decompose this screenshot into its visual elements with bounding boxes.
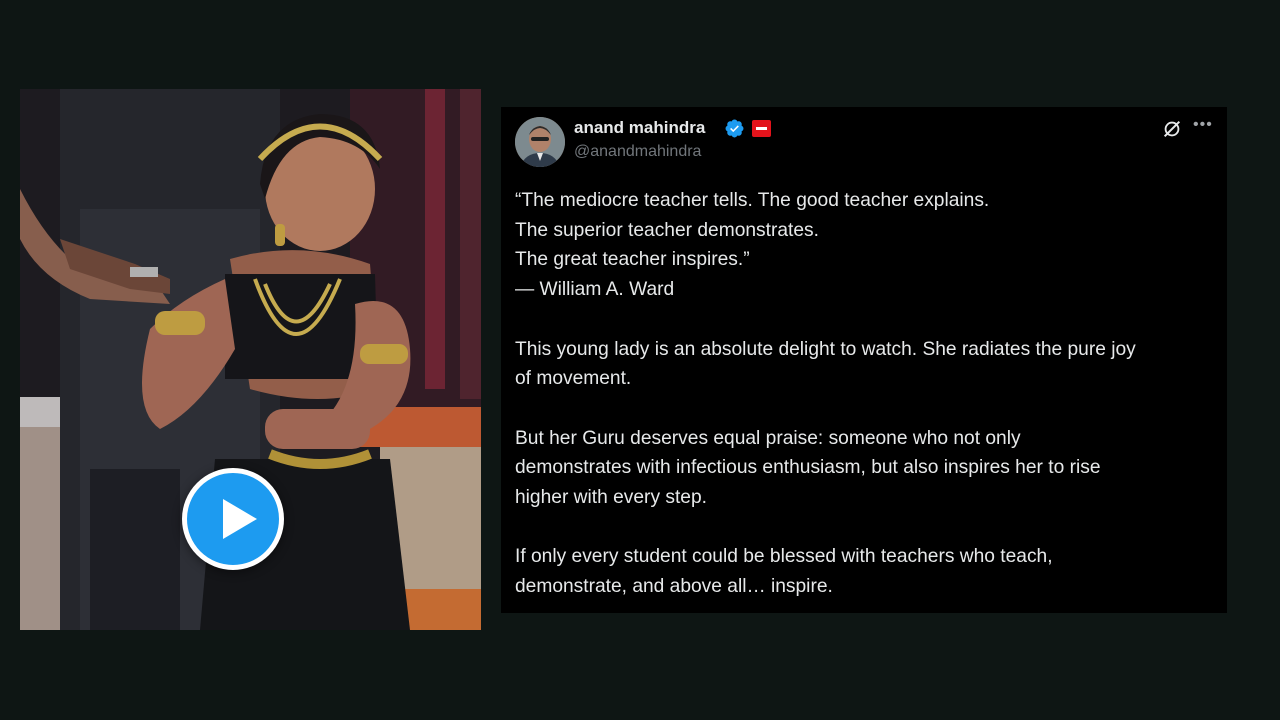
tweet-text: “The mediocre teacher tells. The good te… [515, 186, 1215, 631]
tweet-paragraph: But her Guru deserves equal praise: some… [515, 424, 1215, 513]
tweet-line: demonstrates with infectious enthusiasm,… [515, 457, 1101, 479]
verified-badge-icon [725, 119, 744, 138]
affiliate-badge-icon[interactable] [752, 120, 771, 137]
tweet-quote: “The mediocre teacher tells. The good te… [515, 186, 1215, 305]
tweet-line: If only every student could be blessed w… [515, 546, 1053, 568]
tweet-line: demonstrate, and above all… inspire. [515, 576, 833, 598]
video-thumbnail[interactable] [20, 89, 481, 630]
author-name[interactable]: anand mahindra [574, 118, 705, 138]
play-button[interactable] [182, 468, 284, 570]
tweet-paragraph: This young lady is an absolute delight t… [515, 335, 1215, 394]
grok-icon[interactable] [1161, 118, 1183, 140]
tweet-paragraph: If only every student could be blessed w… [515, 542, 1215, 601]
avatar[interactable] [515, 117, 565, 167]
play-icon [223, 499, 257, 539]
more-icon[interactable]: ••• [1193, 116, 1215, 138]
tweet-line: higher with every step. [515, 487, 707, 508]
tweet-line: “The mediocre teacher tells. The good te… [515, 190, 990, 211]
tweet-line: This young lady is an absolute delight t… [515, 338, 1136, 360]
tweet-line: But her Guru deserves equal praise: some… [515, 427, 1021, 449]
tweet-line: — William A. Ward [515, 279, 675, 301]
tweet-card: anand mahindra @anandmahindra ••• “The m… [501, 107, 1227, 613]
tweet-line: The great teacher inspires.” [515, 249, 750, 271]
tweet-line: of movement. [515, 368, 632, 390]
author-handle[interactable]: @anandmahindra [574, 143, 701, 161]
tweet-line: The superior teacher demonstrates. [515, 219, 819, 241]
